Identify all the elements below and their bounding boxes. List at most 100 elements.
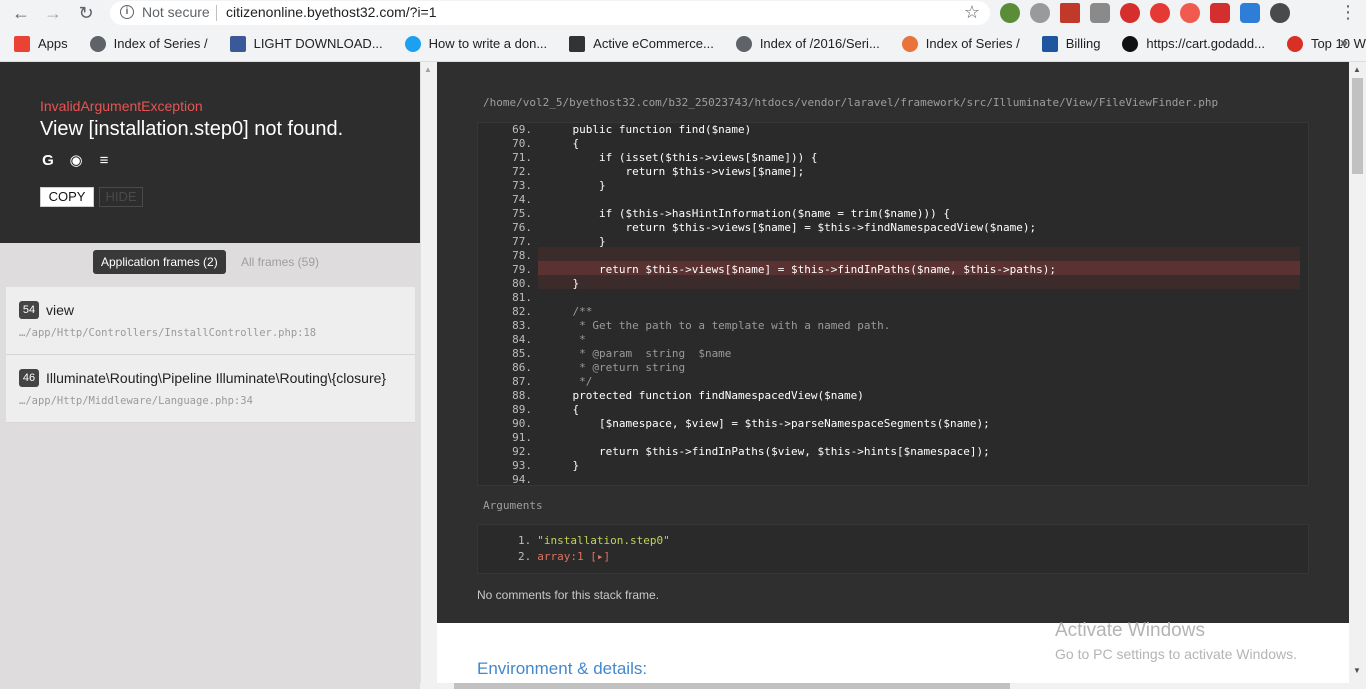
profile-avatar[interactable] [1270,3,1290,23]
scroll-up-arrow-icon[interactable]: ▲ [424,65,432,74]
frame-details: /home/vol2_5/byethost32.com/b32_25023743… [437,62,1349,623]
line-number: 69. [512,123,532,136]
line-number: 91. [512,431,532,444]
code-line: 89. { [478,403,1310,417]
stackoverflow-search-icon[interactable]: ≡ [96,153,112,169]
bookmark-item[interactable]: Top 10 Web Hostin... [1286,35,1366,52]
argument-value: "installation.step0" [537,534,670,547]
more-bookmarks-icon[interactable]: » [1340,34,1348,51]
adblock-extension-icon[interactable] [1120,3,1140,23]
code-text: [$namespace, $view] = $this->parseNamesp… [546,417,990,430]
line-number: 75. [512,207,532,220]
code-line: 87. */ [478,375,1310,389]
hand-extension-icon[interactable] [1150,3,1170,23]
security-label: Not secure [142,4,210,20]
hosting-icon [1286,35,1303,52]
code-text: */ [546,375,593,388]
shield-extension-icon[interactable] [1090,3,1110,23]
line-number: 71. [512,151,532,164]
bookmark-item[interactable]: LIGHT DOWNLOAD... [229,35,383,52]
code-line: 70. { [478,137,1310,151]
line-number: 84. [512,333,532,346]
page-scrollbar[interactable]: ▲ ▼ [1349,62,1366,689]
chrome-menu-icon[interactable]: ⋮ [1338,0,1358,24]
code-text: } [546,277,580,290]
bookmark-item[interactable]: Billing [1041,35,1100,52]
address-bar[interactable]: i Not secure citizenonline.byethost32.co… [110,1,990,25]
red-extension-icon[interactable] [1180,3,1200,23]
scroll-down-arrow-icon[interactable]: ▼ [1353,666,1361,675]
stack-frame[interactable]: 54 view …/app/Http/Controllers/InstallCo… [6,287,415,355]
scrollbar-thumb[interactable] [1352,78,1363,174]
argument-value[interactable]: array:1 [▸] [537,550,610,563]
bookmark-label: How to write a don... [428,36,548,51]
bookmark-item[interactable]: Apps [14,35,68,52]
bookmark-item[interactable]: Active eCommerce... [569,35,714,52]
bookmark-item[interactable]: https://cart.godadd... [1122,35,1265,52]
code-line: 77. } [478,235,1310,249]
horizontal-scrollbar-thumb[interactable] [454,683,1010,689]
code-line: 86. * @return string [478,361,1310,375]
w-icon [1041,35,1058,52]
code-text: public function find($name) [546,123,752,136]
code-line: 88. protected function findNamespacedVie… [478,389,1310,403]
code-text: if (isset($this->views[$name])) { [546,151,818,164]
copy-button[interactable]: COPY [40,187,94,207]
watermark-subtitle: Go to PC settings to activate Windows. [1055,646,1297,662]
code-text: { [546,137,580,150]
code-text: } [546,235,606,248]
security-extension-icon[interactable] [1240,3,1260,23]
code-line: 73. } [478,179,1310,193]
horizontal-scrollbar[interactable] [420,683,1349,689]
reload-icon[interactable]: ↻ [75,2,97,24]
stack-frame[interactable]: 46 Illuminate\Routing\Pipeline Illuminat… [6,355,415,423]
lightbulb-extension-icon[interactable] [1030,3,1050,23]
bookmark-item[interactable]: Index of Series / [901,35,1020,52]
frame-index-badge: 46 [19,369,39,387]
bookmark-item[interactable]: Index of Series / [89,35,208,52]
back-arrow-icon[interactable]: ← [10,2,32,24]
code-line: 92. return $this->findInPaths($view, $th… [478,445,1310,459]
bookmark-label: LIGHT DOWNLOAD... [253,36,383,51]
line-number: 90. [512,417,532,430]
line-number: 85. [512,347,532,360]
exception-header: InvalidArgumentException View [installat… [0,62,420,243]
hide-button[interactable]: HIDE [99,187,143,207]
panel-scrollbar[interactable]: ▲ [420,62,437,689]
bookmark-item[interactable]: How to write a don... [404,35,548,52]
cart-icon [569,35,586,52]
forward-arrow-icon[interactable]: → [42,2,64,24]
argument-index: 1. [518,534,532,547]
url-text[interactable]: citizenonline.byethost32.com/?i=1 [226,4,437,20]
bookmark-star-icon[interactable]: ☆ [964,2,980,23]
code-text: } [546,459,580,472]
frame-function: view [46,302,75,318]
line-number: 81. [512,291,532,304]
frame-file-path: /home/vol2_5/byethost32.com/b32_25023743… [483,96,1219,109]
google-search-icon[interactable]: G [40,153,56,169]
tab-application-frames[interactable]: Application frames (2) [93,250,226,274]
bookmark-item[interactable]: Index of /2016/Seri... [735,35,880,52]
video-extension-icon[interactable] [1210,3,1230,23]
duckduckgo-search-icon[interactable]: ◉ [68,153,84,169]
line-number: 74. [512,193,532,206]
line-number: 72. [512,165,532,178]
line-number: 77. [512,235,532,248]
pdf-extension-icon[interactable] [1060,3,1080,23]
code-line: 81. [478,291,1310,305]
code-line: 72. return $this->views[$name]; [478,165,1310,179]
exception-message: View [installation.step0] not found. [40,118,344,140]
tab-all-frames[interactable]: All frames (59) [241,250,319,274]
frame-filter-tabs: Application frames (2) All frames (59) [0,243,420,281]
whoops-page: InvalidArgumentException View [installat… [0,62,1366,689]
code-line: 78. [478,249,1310,263]
extension-icon[interactable] [1000,3,1020,23]
code-text: if ($this->hasHintInformation($name = tr… [546,207,950,220]
search-links: G ◉ ≡ [40,153,112,169]
info-icon[interactable]: i [120,5,134,19]
frame-function: Illuminate\Routing\Pipeline Illuminate\R… [46,370,387,386]
scroll-up-arrow-icon[interactable]: ▲ [1353,65,1361,74]
code-line: 93. } [478,459,1310,473]
bookmark-label: https://cart.godadd... [1146,36,1265,51]
code-text: return $this->findInPaths($view, $this->… [546,445,990,458]
